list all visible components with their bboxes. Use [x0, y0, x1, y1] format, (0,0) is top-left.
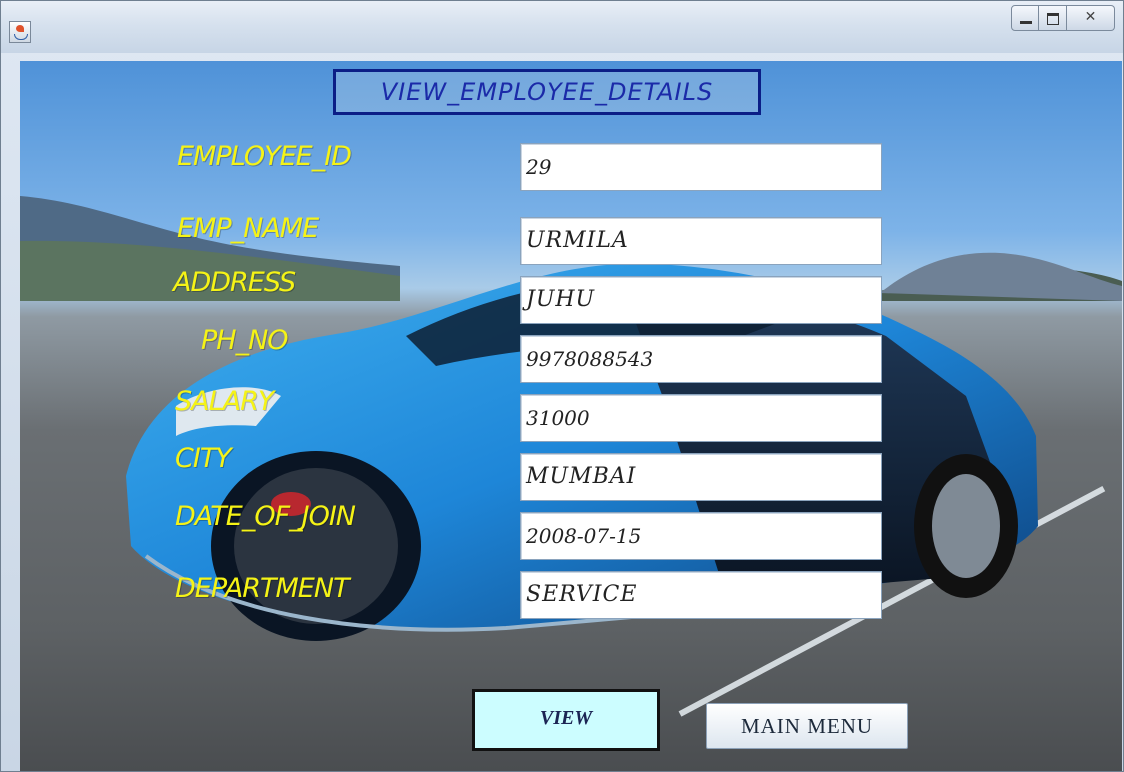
ph-no-label: PH_NO [201, 325, 289, 356]
app-window: VIEW_EMPLOYEE_DETAILS EMPLOYEE_ID 29 EMP… [0, 0, 1124, 772]
address-label: ADDRESS [173, 267, 296, 298]
date-of-join-label: DATE_OF_JOIN [175, 501, 356, 532]
city-field[interactable]: MUMBAI [520, 453, 882, 501]
view-button[interactable]: VIEW [472, 689, 660, 751]
main-menu-button[interactable]: MAIN MENU [706, 703, 908, 749]
java-cup-icon[interactable] [9, 21, 31, 43]
salary-field[interactable]: 31000 [520, 394, 882, 442]
employee-id-field[interactable]: 29 [520, 143, 882, 191]
date-of-join-field[interactable]: 2008-07-15 [520, 512, 882, 560]
department-label: DEPARTMENT [175, 573, 350, 604]
maximize-icon[interactable] [1039, 5, 1067, 31]
employee-id-label: EMPLOYEE_ID [177, 141, 352, 172]
minimize-icon[interactable] [1011, 5, 1039, 31]
department-field[interactable]: SERVICE [520, 571, 882, 619]
window-controls [1011, 5, 1115, 33]
salary-label: SALARY [175, 386, 274, 417]
close-icon[interactable] [1067, 5, 1115, 31]
emp-name-field[interactable]: URMILA [520, 217, 882, 265]
page-title: VIEW_EMPLOYEE_DETAILS [333, 69, 761, 115]
title-bar[interactable] [1, 1, 1123, 53]
ph-no-field[interactable]: 9978088543 [520, 335, 882, 383]
city-label: CITY [175, 443, 232, 474]
background-panel: VIEW_EMPLOYEE_DETAILS EMPLOYEE_ID 29 EMP… [20, 61, 1122, 771]
address-field[interactable]: JUHU [520, 276, 882, 324]
emp-name-label: EMP_NAME [177, 213, 319, 244]
